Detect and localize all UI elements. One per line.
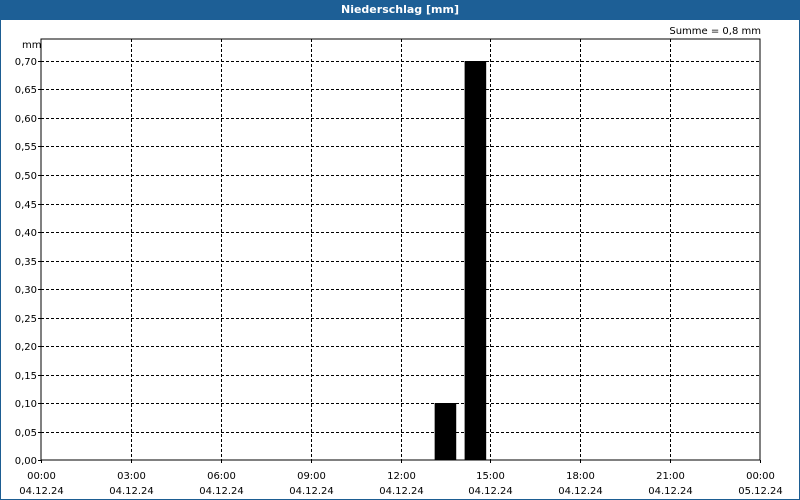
y-tick-label: 0,55 [15, 142, 37, 153]
x-tick-time-label: 00:00 [27, 471, 56, 482]
x-tick-date-label: 04.12.24 [468, 486, 513, 497]
y-tick-label: 0,65 [15, 85, 37, 96]
x-tick-time-label: 12:00 [387, 471, 416, 482]
x-tick-date-label: 04.12.24 [289, 486, 334, 497]
x-tick-date-label: 04.12.24 [199, 486, 244, 497]
x-tick-date-label: 04.12.24 [558, 486, 603, 497]
y-tick-label: 0,25 [15, 314, 37, 325]
y-tick-label: 0,20 [15, 342, 37, 353]
y-tick-label: 0,45 [15, 200, 37, 211]
y-tick-label: 0,00 [15, 456, 37, 467]
y-tick-label: 0,05 [15, 428, 37, 439]
y-tick-label: 0,15 [15, 371, 37, 382]
y-tick-label: 0,40 [15, 228, 37, 239]
x-tick-time-label: 06:00 [207, 471, 236, 482]
y-tick-label: 0,30 [15, 285, 37, 296]
y-tick-label: 0,10 [15, 399, 37, 410]
x-tick-time-label: 00:00 [746, 471, 775, 482]
plot-area-border [40, 38, 761, 461]
x-tick-date-label: 05.12.24 [738, 486, 783, 497]
y-tick-label: 0,70 [15, 57, 37, 68]
y-tick-label: 0,35 [15, 257, 37, 268]
x-tick-date-label: 04.12.24 [379, 486, 424, 497]
bar [434, 403, 457, 460]
x-tick-time-label: 15:00 [476, 471, 505, 482]
x-tick-time-label: 18:00 [566, 471, 595, 482]
y-tick-label: 0,50 [15, 171, 37, 182]
x-tick-date-label: 04.12.24 [648, 486, 693, 497]
x-tick-date-label: 04.12.24 [19, 486, 64, 497]
bar [464, 61, 487, 460]
precipitation-chart: 0,00 0,05 0,10 0,15 0,20 0,25 0,30 0,35 0,40 0,45… [15, 38, 783, 497]
x-tick-time-label: 09:00 [297, 471, 326, 482]
x-tick-date-label: 04.12.24 [109, 486, 154, 497]
x-tick-time-label: 03:00 [117, 471, 146, 482]
y-tick-label: 0,60 [15, 114, 37, 125]
x-tick-time-label: 21:00 [656, 471, 685, 482]
